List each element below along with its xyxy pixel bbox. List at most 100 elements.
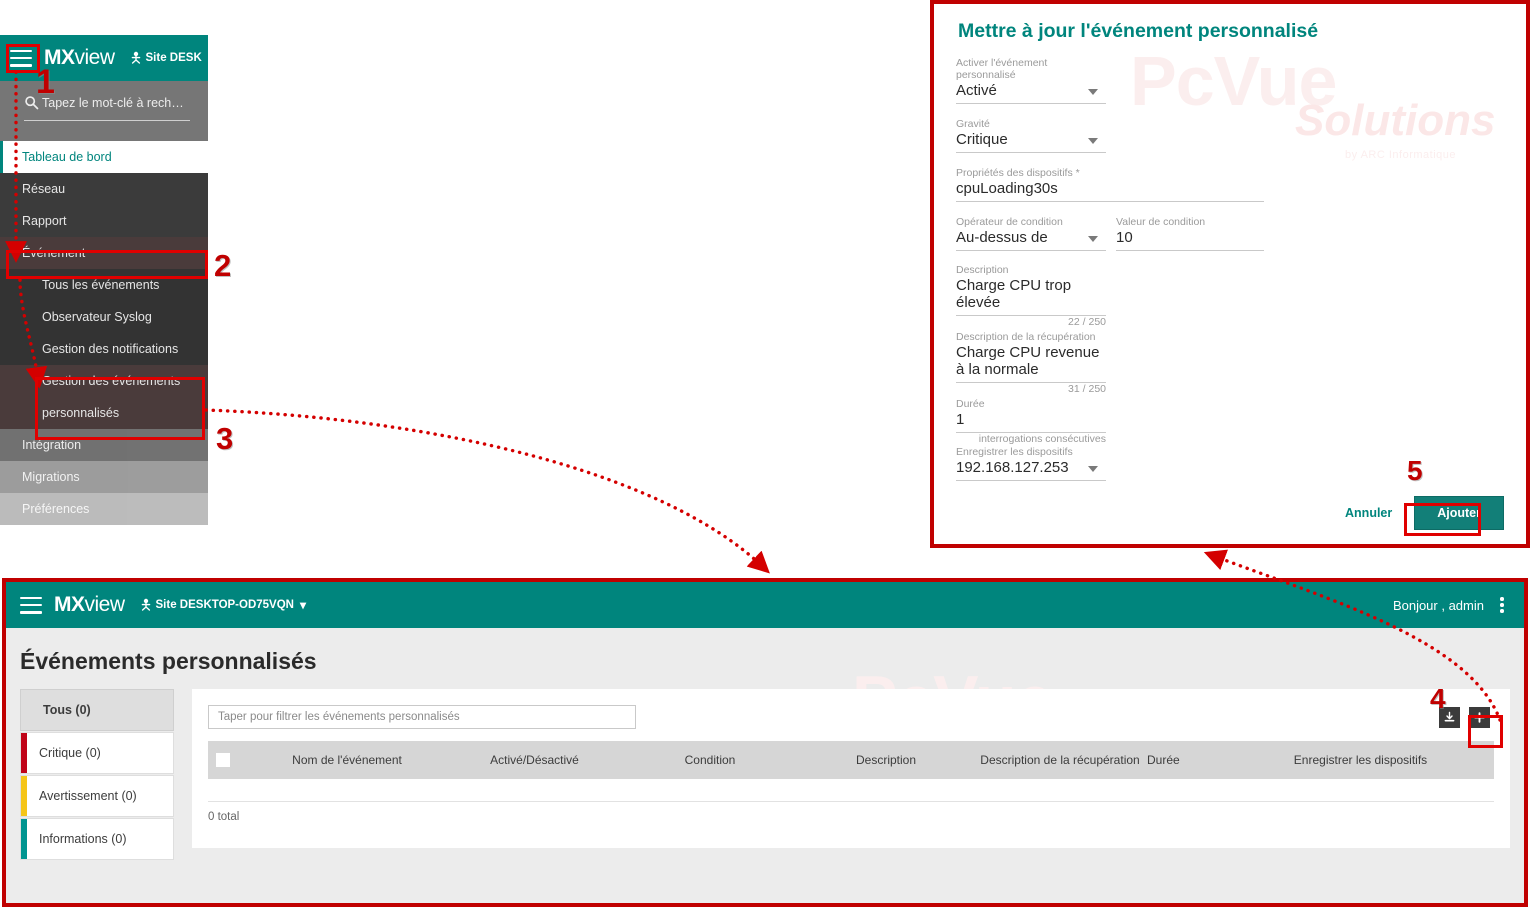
- annotation-box-gestion: [35, 377, 205, 440]
- column-header-condition[interactable]: Condition: [621, 753, 799, 767]
- category-critique[interactable]: Critique (0): [20, 732, 174, 774]
- sidebar-item-label: Intégration: [22, 438, 81, 452]
- severity-color-bar: [21, 776, 27, 816]
- field-device-property[interactable]: Propriétés des dispositifs * cpuLoading3…: [956, 167, 1264, 202]
- severity-color-bar: [21, 733, 27, 773]
- category-tous[interactable]: Tous (0): [20, 689, 174, 731]
- more-vertical-icon[interactable]: [1494, 595, 1510, 615]
- watermark-dialog: PcVue Solutions by ARC Informatique: [1130, 50, 1480, 170]
- sidebar-item-tableau-de-bord[interactable]: Tableau de bord: [0, 141, 208, 173]
- sidebar-item-label: Migrations: [22, 470, 80, 484]
- field-value: Critique: [956, 131, 1106, 152]
- sidebar-item-label: Tableau de bord: [22, 150, 112, 164]
- field-severity[interactable]: Gravité Critique: [956, 118, 1106, 153]
- field-value: Charge CPU revenue à la normale: [956, 344, 1106, 382]
- field-condition-operator[interactable]: Opérateur de condition Au-dessus de: [956, 216, 1106, 251]
- logo-view: view: [85, 593, 125, 616]
- annotation-arrow-3: [206, 410, 762, 566]
- select-all-checkbox[interactable]: [216, 753, 230, 767]
- dialog-title: Mettre à jour l'événement personnalisé: [958, 20, 1504, 43]
- field-label: Durée: [956, 398, 1106, 410]
- sidebar-item-rapport[interactable]: Rapport: [0, 205, 208, 237]
- filter-placeholder: Taper pour filtrer les événements person…: [218, 711, 460, 723]
- field-label: Gravité: [956, 118, 1106, 130]
- site-label: Site DESKTOP-OD75VQN: [156, 599, 294, 611]
- field-description[interactable]: Description Charge CPU trop élevée 22 / …: [956, 264, 1106, 328]
- field-value: Activé: [956, 82, 1106, 103]
- cancel-button[interactable]: Annuler: [1345, 506, 1392, 520]
- field-value: 192.168.127.253: [956, 459, 1106, 480]
- annotation-number-3: 3: [216, 421, 233, 457]
- site-person-icon: [139, 598, 153, 612]
- chevron-down-icon[interactable]: [1088, 89, 1098, 95]
- chevron-down-icon[interactable]: [1088, 236, 1098, 242]
- sidebar-item-gestion-des-notifications[interactable]: Gestion des notifications: [0, 333, 208, 365]
- column-header-devices[interactable]: Enregistrer les dispositifs: [1227, 753, 1494, 767]
- field-duration[interactable]: Durée 1 interrogations consécutives: [956, 398, 1106, 445]
- bottom-window-body: PcVue Solutions by ARC Informatique Évén…: [6, 628, 1524, 903]
- field-recovery-description[interactable]: Description de la récupération Charge CP…: [956, 331, 1106, 395]
- site-label: Site DESK: [146, 52, 202, 64]
- field-value: cpuLoading30s: [956, 180, 1264, 201]
- sidebar-item-label: Observateur Syslog: [42, 310, 152, 324]
- column-header-description[interactable]: Description: [799, 753, 973, 767]
- annotation-box-evenement: [6, 250, 208, 279]
- column-header-duree[interactable]: Durée: [1147, 753, 1227, 767]
- chevron-down-icon[interactable]: [1088, 466, 1098, 472]
- site-selector[interactable]: Site DESKTOP-OD75VQN ▾: [139, 598, 307, 612]
- field-enable-custom-event[interactable]: Activer l'événement personnalisé Activé: [956, 57, 1106, 104]
- field-value: 1: [956, 411, 1106, 432]
- sidebar-item-migrations[interactable]: Migrations: [0, 461, 208, 493]
- sidebar-item-preferences[interactable]: Préférences: [0, 493, 208, 525]
- sidebar-nav: Tableau de bord Réseau Rapport Événement…: [0, 141, 208, 525]
- annotation-number-1: 1: [36, 63, 55, 102]
- mxview-sidebar-window: MXview Site DESK Tapez le mot-clé à rech…: [0, 35, 208, 540]
- annotation-number-2: 2: [214, 248, 231, 284]
- field-value: Charge CPU trop élevée: [956, 277, 1106, 315]
- field-label: Description: [956, 264, 1106, 276]
- sidebar-search-zone: Tapez le mot-clé à rech…: [0, 81, 208, 141]
- field-label: Description de la récupération: [956, 331, 1106, 343]
- filter-input[interactable]: Taper pour filtrer les événements person…: [208, 705, 636, 729]
- site-person-icon: [129, 51, 143, 65]
- field-label: Propriétés des dispositifs *: [956, 167, 1264, 179]
- severity-color-bar: [21, 819, 27, 859]
- field-register-devices[interactable]: Enregistrer les dispositifs 192.168.127.…: [956, 446, 1106, 481]
- hamburger-icon[interactable]: [20, 597, 42, 614]
- sidebar-item-label: Tous les événements: [42, 278, 159, 292]
- mxview-logo: MXview: [54, 593, 125, 617]
- category-avertissement[interactable]: Avertissement (0): [20, 775, 174, 817]
- annotation-box-add-button: [1468, 715, 1503, 748]
- sidebar-item-label: Préférences: [22, 502, 89, 516]
- field-value: Au-dessus de: [956, 229, 1106, 250]
- field-label: Opérateur de condition: [956, 216, 1106, 228]
- bottom-window-header: MXview Site DESKTOP-OD75VQN ▾ Bonjour , …: [6, 582, 1524, 628]
- table-total-label: 0 total: [192, 802, 1510, 823]
- category-label: Tous (0): [43, 703, 91, 717]
- category-label: Avertissement (0): [39, 789, 137, 803]
- chevron-down-icon[interactable]: [1088, 138, 1098, 144]
- field-label: Enregistrer les dispositifs: [956, 446, 1106, 458]
- site-selector[interactable]: Site DESK: [129, 51, 202, 65]
- chevron-down-icon[interactable]: ▾: [300, 598, 306, 612]
- annotation-number-4: 4: [1430, 683, 1446, 715]
- duration-hint: interrogations consécutives: [956, 433, 1106, 445]
- greeting-label: Bonjour , admin: [1393, 598, 1484, 613]
- field-condition-value[interactable]: Valeur de condition 10: [1116, 216, 1264, 251]
- custom-events-window: MXview Site DESKTOP-OD75VQN ▾ Bonjour , …: [2, 578, 1528, 907]
- column-header-active[interactable]: Activé/Désactivé: [448, 753, 621, 767]
- category-label: Critique (0): [39, 746, 101, 760]
- column-header-nom[interactable]: Nom de l'événement: [246, 753, 448, 767]
- annotation-box-hamburger: [6, 44, 40, 73]
- category-informations[interactable]: Informations (0): [20, 818, 174, 860]
- events-table-panel: Taper pour filtrer les événements person…: [192, 689, 1510, 848]
- sidebar-item-reseau[interactable]: Réseau: [0, 173, 208, 205]
- recovery-counter: 31 / 250: [956, 383, 1106, 395]
- sidebar-item-label: Rapport: [22, 214, 66, 228]
- column-header-recovery[interactable]: Description de la récupération: [973, 753, 1147, 767]
- sidebar-item-observateur-syslog[interactable]: Observateur Syslog: [0, 301, 208, 333]
- field-label: Valeur de condition: [1116, 216, 1264, 228]
- annotation-number-5: 5: [1407, 455, 1423, 487]
- search-underline: [24, 120, 190, 121]
- annotation-box-ajouter: [1404, 503, 1481, 536]
